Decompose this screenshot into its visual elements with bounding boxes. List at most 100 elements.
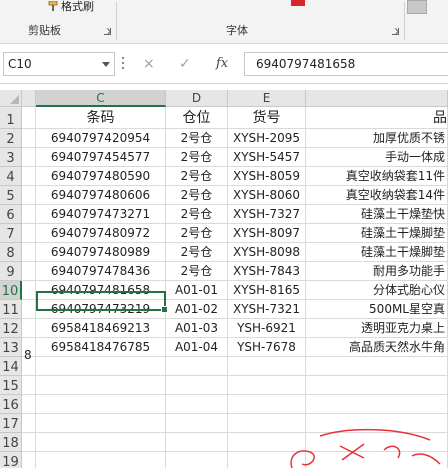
row-header[interactable]: 7 <box>0 224 22 243</box>
enter-check-icon[interactable]: ✓ <box>179 56 191 72</box>
product-name-cell[interactable]: 耐用多功能手 <box>306 262 448 281</box>
grid-cell[interactable] <box>166 433 228 452</box>
row-header[interactable]: 1 <box>0 107 22 129</box>
location-cell[interactable]: A01-01 <box>166 281 228 300</box>
row-header[interactable]: 3 <box>0 148 22 167</box>
row-header[interactable]: 6 <box>0 205 22 224</box>
item-no-cell[interactable]: YSH-7678 <box>228 338 306 357</box>
item-no-cell[interactable]: XYSH-2095 <box>228 129 306 148</box>
format-painter-button[interactable]: 格式刷 <box>48 0 94 13</box>
column-header[interactable] <box>22 90 36 107</box>
location-cell[interactable]: 2号仓 <box>166 129 228 148</box>
barcode-cell[interactable]: 6940797420954 <box>36 129 166 148</box>
barcode-cell[interactable]: 6940797478436 <box>36 262 166 281</box>
barcode-cell[interactable]: 6940797473219 <box>36 300 166 319</box>
header-cell-name[interactable]: 品 <box>306 107 448 129</box>
row-header[interactable]: 19 <box>0 452 22 468</box>
item-no-cell[interactable]: XYSH-8098 <box>228 243 306 262</box>
product-name-cell[interactable]: 硅藻土干燥垫快 <box>306 205 448 224</box>
barcode-cell[interactable]: 6958418469213 <box>36 319 166 338</box>
product-name-cell[interactable]: 真空收纳袋套11件 <box>306 167 448 186</box>
product-name-cell[interactable]: 分体式胎心仪 <box>306 281 448 300</box>
alignment-button[interactable] <box>407 0 427 14</box>
item-no-cell[interactable]: XYSH-8165 <box>228 281 306 300</box>
grid-cell[interactable] <box>36 357 166 376</box>
location-cell[interactable]: 2号仓 <box>166 243 228 262</box>
column-header[interactable]: D <box>166 90 228 107</box>
product-name-cell[interactable]: 透明亚克力桌上 <box>306 319 448 338</box>
barcode-cell[interactable]: 6940797480590 <box>36 167 166 186</box>
grid-cell[interactable] <box>36 395 166 414</box>
grid-cell[interactable] <box>22 262 36 281</box>
row-header[interactable]: 5 <box>0 186 22 205</box>
header-cell-barcode[interactable]: 条码 <box>36 107 166 129</box>
barcode-cell[interactable]: 6940797480989 <box>36 243 166 262</box>
row-header[interactable]: 11 <box>0 300 22 319</box>
grid-cell[interactable] <box>22 395 36 414</box>
location-cell[interactable]: A01-03 <box>166 319 228 338</box>
grid-cell[interactable] <box>22 148 36 167</box>
drag-handle-icon[interactable] <box>122 57 125 71</box>
row-header[interactable]: 14 <box>0 357 22 376</box>
grid-cell[interactable] <box>22 224 36 243</box>
location-cell[interactable]: 2号仓 <box>166 224 228 243</box>
item-no-cell[interactable]: XYSH-7321 <box>228 300 306 319</box>
header-cell-location[interactable]: 仓位 <box>166 107 228 129</box>
column-header[interactable]: C <box>36 90 166 107</box>
grid-cell[interactable] <box>306 376 448 395</box>
barcode-cell[interactable]: 6940797481658 <box>36 281 166 300</box>
product-name-cell[interactable]: 硅藻土干燥脚垫 <box>306 224 448 243</box>
grid-cell[interactable] <box>166 357 228 376</box>
product-name-cell[interactable]: 手动一体成 <box>306 148 448 167</box>
row-header[interactable]: 8 <box>0 243 22 262</box>
product-name-cell[interactable]: 高品质天然水牛角 <box>306 338 448 357</box>
grid-cell[interactable] <box>36 433 166 452</box>
grid-cell[interactable] <box>22 376 36 395</box>
location-cell[interactable]: 2号仓 <box>166 186 228 205</box>
grid-cell[interactable] <box>166 376 228 395</box>
barcode-cell[interactable]: 6940797480972 <box>36 224 166 243</box>
grid-cell[interactable] <box>228 357 306 376</box>
item-no-cell[interactable]: YSH-6921 <box>228 319 306 338</box>
grid-cell[interactable] <box>22 107 36 129</box>
grid-cell[interactable] <box>36 376 166 395</box>
item-no-cell[interactable]: XYSH-8059 <box>228 167 306 186</box>
product-name-cell[interactable]: 500ML星空真 <box>306 300 448 319</box>
grid-cell[interactable] <box>306 395 448 414</box>
grid-cell[interactable] <box>166 395 228 414</box>
grid-cell[interactable] <box>22 205 36 224</box>
row-header[interactable]: 9 <box>0 262 22 281</box>
row-header[interactable]: 4 <box>0 167 22 186</box>
barcode-cell[interactable]: 6940797454577 <box>36 148 166 167</box>
row-header[interactable]: 13 <box>0 338 22 357</box>
barcode-cell[interactable]: 6940797473271 <box>36 205 166 224</box>
location-cell[interactable]: 2号仓 <box>166 167 228 186</box>
grid-cell[interactable] <box>166 414 228 433</box>
grid-cell[interactable] <box>36 452 166 468</box>
product-name-cell[interactable]: 加厚优质不锈 <box>306 129 448 148</box>
grid-cell[interactable] <box>22 452 36 468</box>
location-cell[interactable]: 2号仓 <box>166 148 228 167</box>
grid-cell[interactable] <box>228 376 306 395</box>
row-header[interactable]: 16 <box>0 395 22 414</box>
column-header[interactable] <box>306 90 448 107</box>
chevron-down-icon[interactable] <box>102 62 110 67</box>
location-cell[interactable]: 2号仓 <box>166 205 228 224</box>
grid-cell[interactable] <box>22 300 36 319</box>
grid-cell[interactable] <box>22 281 36 300</box>
grid-cell[interactable] <box>22 186 36 205</box>
row-header[interactable]: 12 <box>0 319 22 338</box>
barcode-cell[interactable]: 6940797480606 <box>36 186 166 205</box>
grid-cell[interactable] <box>228 395 306 414</box>
formula-input[interactable]: 6940797481658 <box>244 52 448 76</box>
row-header[interactable]: 2 <box>0 129 22 148</box>
name-box[interactable]: C10 <box>3 52 115 76</box>
item-no-cell[interactable]: XYSH-8097 <box>228 224 306 243</box>
location-cell[interactable]: A01-02 <box>166 300 228 319</box>
select-all-corner[interactable] <box>0 90 22 107</box>
location-cell[interactable]: A01-04 <box>166 338 228 357</box>
header-cell-item-no[interactable]: 货号 <box>228 107 306 129</box>
grid-cell[interactable] <box>166 452 228 468</box>
row-header[interactable]: 18 <box>0 433 22 452</box>
clipboard-dialog-launcher-icon[interactable] <box>104 28 111 35</box>
